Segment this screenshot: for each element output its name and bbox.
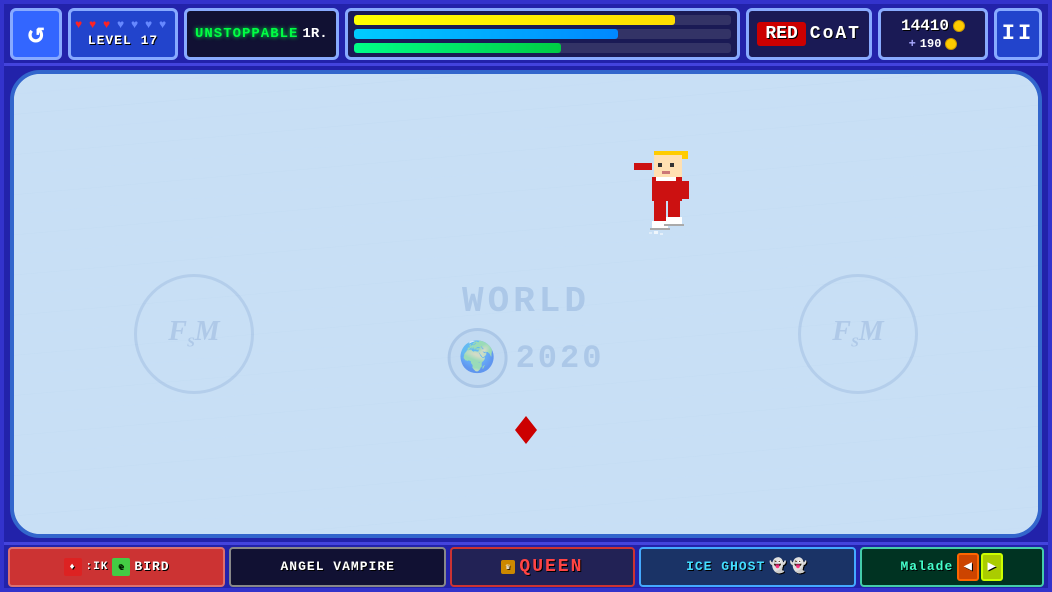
pause-icon: II — [1002, 21, 1034, 46]
world-logo: WORLD 🌍 2020 — [448, 284, 605, 392]
slot1-bird-label: BIRD — [134, 559, 169, 574]
level-box: ♥ ♥ ♥ ♥ ♥ ♥ ♥ LEVEL 17 — [68, 8, 178, 60]
heart-5: ♥ — [131, 19, 143, 31]
fsm-left-text: FSM — [168, 316, 219, 352]
heart-4: ♥ — [117, 19, 129, 31]
world-text: WORLD — [448, 284, 605, 320]
restart-button[interactable]: ↺ — [10, 8, 62, 60]
slot1-label: :IK — [86, 561, 109, 573]
progress-bars — [345, 8, 741, 60]
top-hud: ↺ ♥ ♥ ♥ ♥ ♥ ♥ ♥ LEVEL 17 UNSTOPPABLE 1R. — [4, 4, 1048, 66]
score-plus: + — [909, 37, 916, 51]
level-label: LEVEL 17 — [88, 33, 158, 48]
score-box: 14410 + 190 — [878, 8, 988, 60]
character-slot-fire-bird[interactable]: ♦ :IK e BIRD — [8, 547, 225, 587]
arrow-left-button[interactable]: ◀ — [957, 553, 979, 581]
score-value: 14410 — [901, 17, 949, 35]
heart-2: ♥ — [89, 19, 101, 31]
char-name-coat: CoAT — [810, 24, 861, 44]
fsm-logo-right: FSM — [798, 274, 918, 394]
character-slot-angel-vampire[interactable]: ANGEL VAMPIRE — [229, 547, 446, 587]
fire-bird-red-icon: ♦ — [64, 558, 82, 576]
game-area: FSM FSM WORLD 🌍 2020 — [10, 70, 1042, 538]
score-sub: 190 — [920, 37, 942, 51]
character-name-box: RED CoAT — [746, 8, 872, 60]
bar2-fill — [354, 29, 618, 39]
arrow-right-button[interactable]: ▶ — [981, 553, 1003, 581]
skater-character — [634, 149, 694, 249]
heart-7: ♥ — [159, 19, 171, 31]
progress-bar-3 — [354, 43, 732, 53]
character-slot-queen[interactable]: ♛ QUEEN — [450, 547, 634, 587]
combo-text: UNSTOPPABLE — [195, 26, 298, 42]
slot4-label: ICE GHOST — [686, 559, 765, 574]
fire-bird-green-icon: e — [112, 558, 130, 576]
score-bottom: + 190 — [909, 37, 958, 51]
character-slot-ice-ghost[interactable]: ICE GHOST 👻 👻 — [639, 547, 856, 587]
coin-icon-2 — [945, 38, 957, 50]
skater-sprite — [634, 149, 699, 254]
arrow-controls: ◀ ▶ — [957, 553, 1003, 581]
slot3-label: QUEEN — [519, 557, 583, 577]
bar3-fill — [354, 43, 562, 53]
world-year: 2020 — [516, 340, 605, 377]
fsm-logo-left: FSM — [134, 274, 254, 394]
queen-icon: ♛ — [501, 560, 515, 574]
progress-bar-2 — [354, 29, 732, 39]
slot5-label: Malade — [900, 559, 953, 574]
coin-icon — [953, 20, 965, 32]
character-slot-malade[interactable]: Malade ◀ ▶ — [860, 547, 1044, 587]
pause-button[interactable]: II — [994, 8, 1042, 60]
bar1-fill — [354, 15, 675, 25]
heart-6: ♥ — [145, 19, 157, 31]
restart-icon: ↺ — [28, 16, 45, 51]
heart-1: ♥ — [75, 19, 87, 31]
ghost-icons: 👻 👻 — [769, 558, 808, 575]
hearts-row: ♥ ♥ ♥ ♥ ♥ ♥ ♥ — [75, 19, 171, 31]
world-globe: 🌍 — [448, 328, 508, 388]
game-container: ↺ ♥ ♥ ♥ ♥ ♥ ♥ ♥ LEVEL 17 UNSTOPPABLE 1R. — [0, 0, 1052, 592]
char-name-red: RED — [757, 22, 805, 46]
heart-3: ♥ — [103, 19, 115, 31]
slot2-label: ANGEL VAMPIRE — [281, 559, 395, 574]
progress-bar-1 — [354, 15, 732, 25]
score-top: 14410 — [901, 17, 965, 35]
combo-rank: 1R. — [302, 26, 327, 42]
combo-box: UNSTOPPABLE 1R. — [184, 8, 339, 60]
bottom-hud: ♦ :IK e BIRD ANGEL VAMPIRE ♛ QUEEN ICE G… — [4, 542, 1048, 588]
fsm-right-text: FSM — [832, 316, 883, 352]
